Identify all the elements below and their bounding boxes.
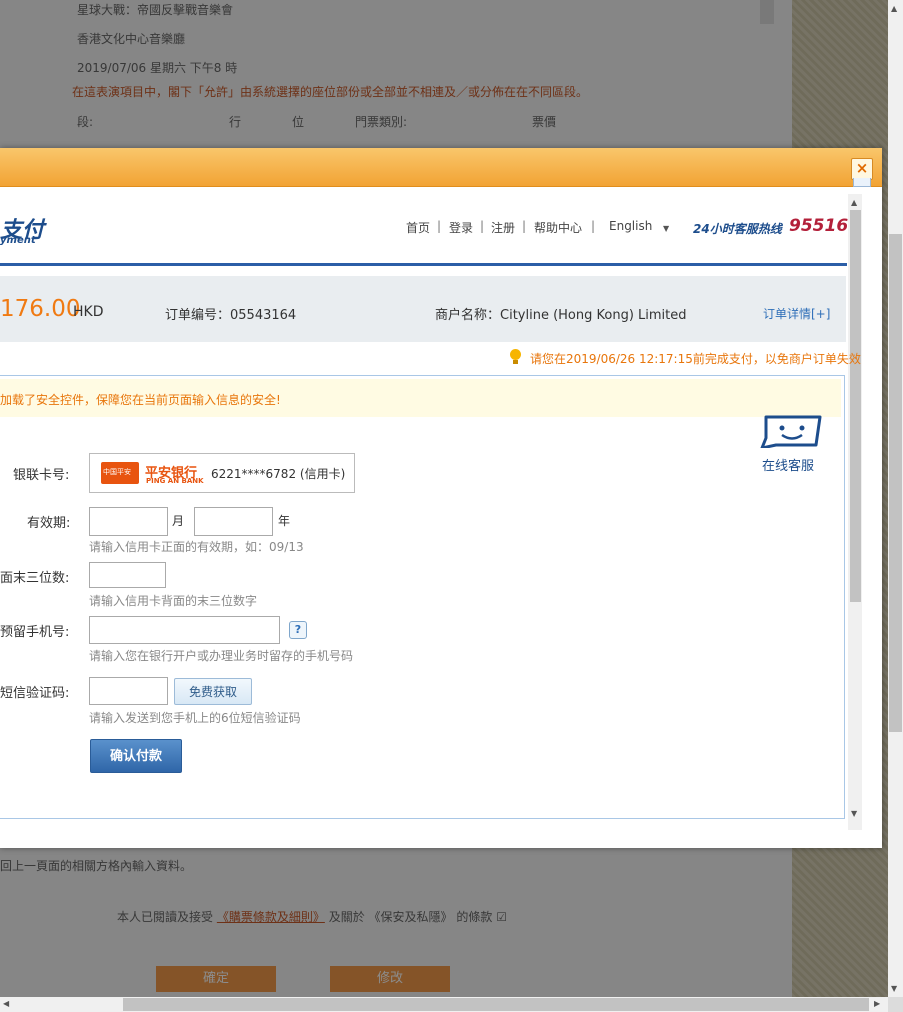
cvn-label: 面末三位数: (0, 571, 70, 586)
help-icon[interactable]: ? (289, 621, 307, 639)
year-unit: 年 (278, 514, 291, 528)
get-sms-code-button[interactable]: 免费获取 (174, 678, 252, 705)
page-horizontal-scrollbar-thumb[interactable] (123, 998, 869, 1011)
order-summary (0, 276, 846, 342)
lightbulb-icon-base (513, 360, 518, 364)
bank-name-en: PING AN BANK (146, 477, 204, 485)
close-icon[interactable]: × (851, 158, 873, 180)
page-vertical-scrollbar-thumb[interactable] (889, 234, 902, 732)
chevron-down-icon[interactable]: ▼ (663, 224, 669, 233)
order-detail-link[interactable]: 订单详情[+] (763, 305, 830, 322)
nav-separator: | (591, 219, 596, 233)
header-divider (0, 263, 847, 266)
hotline-number: 95516 (789, 216, 849, 236)
close-icon-frame (853, 178, 871, 187)
page-scroll-up-icon[interactable]: ▲ (891, 4, 897, 13)
order-amount: 176.00 (0, 296, 81, 322)
cvn-hint: 请输入信用卡背面的末三位数字 (89, 594, 258, 608)
dialog-scrollbar-thumb[interactable] (850, 210, 861, 602)
phone-label: 预留手机号: (0, 625, 70, 640)
nav-separator: | (522, 219, 527, 233)
dialog-header (0, 148, 882, 187)
nav-separator: | (480, 219, 485, 233)
lightbulb-icon (510, 349, 521, 360)
hotline-label: 24小时客服热线 (693, 222, 782, 236)
phone-hint: 请输入您在银行开户或办理业务时留存的手机号码 (89, 649, 354, 663)
customer-service-icon[interactable] (760, 414, 824, 448)
expiry-month-input[interactable] (89, 507, 168, 536)
sms-code-input[interactable] (89, 677, 168, 705)
confirm-payment-button[interactable]: 确认付款 (90, 739, 182, 773)
cvn-input[interactable] (89, 562, 166, 588)
page-scroll-left-icon[interactable]: ◀ (3, 999, 9, 1008)
nav-separator: | (437, 219, 442, 233)
phone-input[interactable] (89, 616, 280, 644)
nav-login[interactable]: 登录 (449, 219, 473, 236)
scroll-down-icon[interactable]: ▼ (851, 809, 857, 818)
order-currency: HKD (73, 304, 104, 320)
sms-hint: 请输入发送到您手机上的6位短信验证码 (89, 711, 301, 725)
merchant-name: 商户名称：Cityline (Hong Kong) Limited (435, 308, 687, 323)
expiry-year-input[interactable] (194, 507, 273, 536)
expiry-label: 有效期: (27, 516, 71, 531)
nav-home[interactable]: 首页 (406, 219, 430, 236)
card-number-label: 银联卡号: (13, 468, 70, 483)
expiry-hint: 请输入信用卡正面的有效期，如：09/13 (89, 540, 304, 554)
page-scroll-down-icon[interactable]: ▼ (891, 984, 897, 993)
scrollbar-corner (888, 997, 903, 1012)
nav-register[interactable]: 注册 (491, 219, 515, 236)
language-select[interactable]: English (609, 219, 652, 233)
customer-service-label[interactable]: 在线客服 (762, 455, 814, 474)
scroll-up-icon[interactable]: ▲ (851, 198, 857, 207)
nav-help[interactable]: 帮助中心 (534, 219, 582, 236)
order-number: 订单编号：05543164 (165, 308, 297, 323)
sms-code-label: 短信验证码: (0, 686, 70, 701)
page-scroll-right-icon[interactable]: ▶ (874, 999, 880, 1008)
masked-card-number: 6221****6782 (信用卡) (211, 467, 346, 481)
unionpay-logo-sub: yment (0, 235, 36, 246)
month-unit: 月 (172, 514, 185, 528)
bank-logo-text: 中国平安 (103, 468, 131, 476)
deadline-notice: 请您在2019/06/26 12:17:15前完成支付，以免商户订单失效 (530, 352, 861, 366)
security-notice: 加载了安全控件，保障您在当前页面输入信息的安全! (0, 393, 281, 407)
